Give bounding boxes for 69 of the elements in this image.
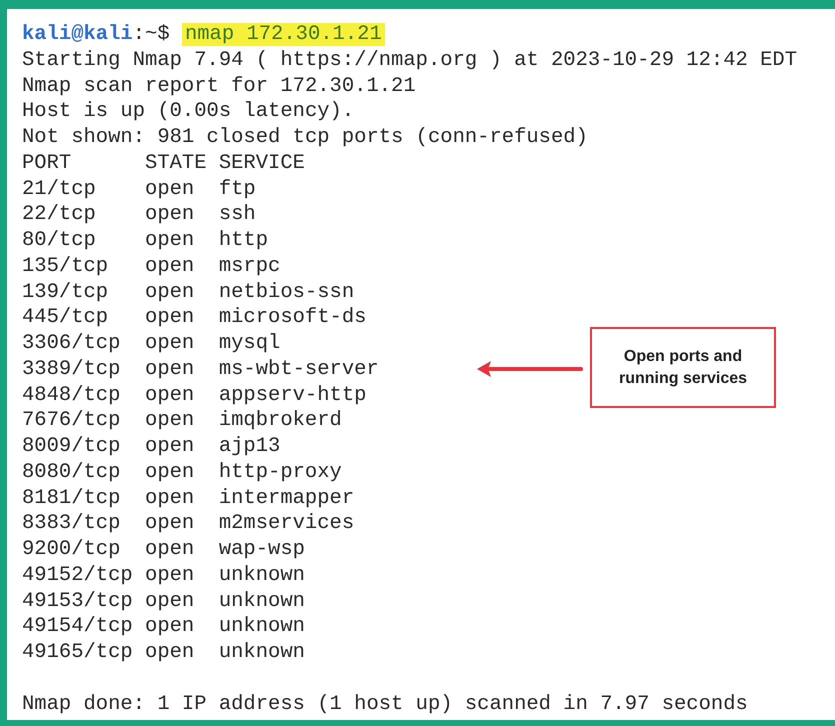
table-cell-text: open (145, 305, 196, 331)
table-cell-text: open (145, 562, 196, 588)
table-cell: http (218, 228, 268, 254)
table-cell-text: open (145, 408, 196, 434)
callout-label: Open ports and running services (590, 327, 776, 408)
table-cell-text: 49165/tcp (22, 640, 134, 666)
table-cell: imqbrokerd (218, 408, 342, 434)
table-cell-text: open (145, 356, 196, 382)
table-cell-text: open (145, 640, 196, 666)
table-cell-text: 4848/tcp (22, 382, 122, 408)
table-cell-text: open (145, 486, 196, 512)
table-cell-text: open (145, 280, 196, 306)
table-cell: m2mservices (218, 511, 354, 537)
table-cell-text: 8383/tcp (22, 511, 122, 537)
table-cell: unknown (218, 588, 305, 614)
table-cell: netbios-ssn (218, 280, 354, 306)
table-cell-text: 49153/tcp (22, 588, 134, 614)
output-line: Not shown: 981 closed tcp ports (conn-refused) (22, 126, 588, 149)
output-line: Host is up (0.00s latency). (22, 100, 354, 124)
table-cell-text: open (145, 228, 196, 254)
column-header: SERVICE (218, 150, 305, 176)
table-cell: microsoft-ds (218, 305, 366, 331)
table-cell-text: 22/tcp (22, 202, 97, 228)
table-cell: ftp (218, 176, 256, 202)
table-cell-text: 80/tcp (22, 228, 97, 254)
table-cell-text: 9200/tcp (22, 537, 122, 563)
table-cell-text: 3306/tcp (22, 331, 122, 357)
table-cell-text: 8181/tcp (22, 486, 122, 512)
table-cell-text: open (145, 331, 196, 357)
table-cell-text: open (145, 460, 196, 486)
table-cell-text: 49154/tcp (22, 614, 134, 640)
table-cell-text: 3389/tcp (22, 356, 122, 382)
table-cell-text: 21/tcp (22, 176, 97, 202)
table-cell: msrpc (218, 254, 280, 280)
prompt-text: kali@kali:~$ (22, 23, 171, 46)
table-cell-text: open (145, 434, 196, 460)
table-cell-text: open (145, 511, 196, 537)
table-cell: wap-wsp (218, 537, 305, 563)
table-cell-text: 8080/tcp (22, 460, 122, 486)
table-cell-text: open (145, 202, 196, 228)
table-cell-text: 139/tcp (22, 280, 110, 306)
table-cell: appserv-http (218, 382, 366, 408)
table-cell: ms-wbt-server (218, 356, 379, 382)
table-cell-text: 7676/tcp (22, 408, 122, 434)
output-line: Nmap done: 1 IP address (1 host up) scanned in 7.97 seconds (22, 692, 748, 716)
table-cell-text: open (145, 176, 196, 202)
table-cell-text: open (145, 588, 196, 614)
table-cell: unknown (218, 562, 305, 588)
table-cell-text: 135/tcp (22, 254, 110, 280)
table-cell-text: open (145, 537, 196, 563)
table-cell-text: open (145, 254, 196, 280)
table-cell: unknown (218, 640, 305, 666)
table-cell: unknown (218, 614, 305, 640)
table-cell-text: 445/tcp (22, 305, 110, 331)
table-cell-text: open (145, 614, 196, 640)
output-line: Starting Nmap 7.94 ( https://nmap.org ) at 2023-10-29 12:42 EDT (22, 48, 798, 72)
table-cell: intermapper (218, 486, 354, 512)
table-cell: ajp13 (218, 434, 280, 460)
arrow-icon (475, 359, 583, 379)
table-cell: mysql (218, 331, 280, 357)
table-cell-text: open (145, 382, 196, 408)
table-cell: ssh (218, 202, 256, 228)
table-cell: http-proxy (218, 460, 342, 486)
table-cell-text: 8009/tcp (22, 434, 122, 460)
command-text: nmap 172.30.1.21 (182, 23, 385, 46)
column-header: STATE (145, 150, 208, 176)
output-line: Nmap scan report for 172.30.1.21 (22, 74, 416, 98)
table-cell-text: 49152/tcp (22, 562, 134, 588)
column-header: PORT (22, 150, 72, 176)
